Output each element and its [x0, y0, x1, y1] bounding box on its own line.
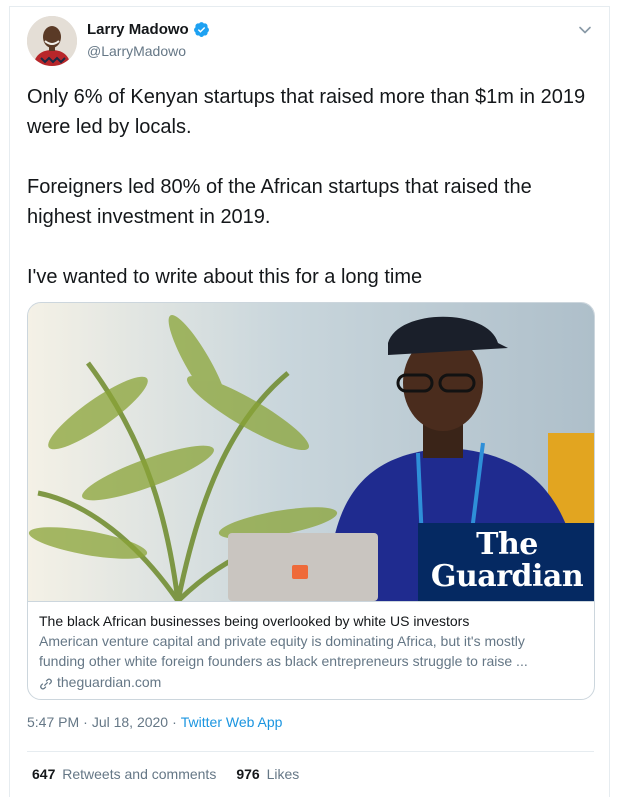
likes-count: 976: [236, 766, 260, 782]
likes-label: Likes: [266, 766, 300, 782]
article-photo-icon[interactable]: The Guardian: [28, 303, 594, 601]
tweet-date[interactable]: Jul 18, 2020: [92, 714, 168, 730]
tweet-paragraph: Foreigners led 80% of the African startu…: [27, 176, 532, 228]
card-body: The black African businesses being overl…: [28, 601, 594, 693]
profile-avatar-icon: [27, 16, 77, 66]
card-domain[interactable]: theguardian.com: [39, 671, 583, 693]
card-description-line: funding other white foreign founders as …: [39, 653, 528, 669]
retweets-stat[interactable]: 647 Retweets and comments: [32, 766, 216, 782]
tweet-text: Only 6% of Kenyan startups that raised m…: [27, 82, 597, 292]
author-handle[interactable]: @LarryMadowo: [87, 43, 186, 59]
card-description-line: American venture capital and private equ…: [39, 633, 525, 649]
chevron-down-icon[interactable]: [577, 22, 593, 38]
divider: [27, 751, 594, 752]
guardian-logo-line1: The: [476, 527, 538, 562]
tweet-source-link[interactable]: Twitter Web App: [181, 714, 283, 730]
guardian-logo: The Guardian: [418, 523, 594, 601]
card-title[interactable]: The black African businesses being overl…: [39, 611, 583, 631]
author-avatar[interactable]: [27, 16, 77, 66]
retweets-count: 647: [32, 766, 56, 782]
retweets-label: Retweets and comments: [62, 766, 217, 782]
tweet-meta: 5:47 PM · Jul 18, 2020 · Twitter Web App: [27, 714, 282, 730]
author-display-name[interactable]: Larry Madowo: [87, 21, 189, 38]
author-name-row[interactable]: Larry Madowo: [87, 21, 210, 38]
tweet-stats: 647 Retweets and comments 976 Likes: [32, 766, 299, 782]
meta-separator: ·: [172, 714, 177, 730]
tweet-time[interactable]: 5:47 PM: [27, 714, 79, 730]
link-icon: [39, 675, 53, 690]
meta-separator: ·: [83, 714, 88, 730]
card-domain-text: theguardian.com: [57, 674, 162, 690]
link-preview-card[interactable]: The Guardian The black African businesse…: [27, 302, 595, 700]
card-description: American venture capital and private equ…: [39, 631, 583, 671]
tweet-paragraph: I've wanted to write about this for a lo…: [27, 266, 423, 288]
guardian-logo-line2: Guardian: [430, 559, 584, 594]
likes-stat[interactable]: 976 Likes: [236, 766, 299, 782]
tweet-paragraph: Only 6% of Kenyan startups that raised m…: [27, 86, 586, 138]
verified-badge-icon: [193, 21, 210, 38]
